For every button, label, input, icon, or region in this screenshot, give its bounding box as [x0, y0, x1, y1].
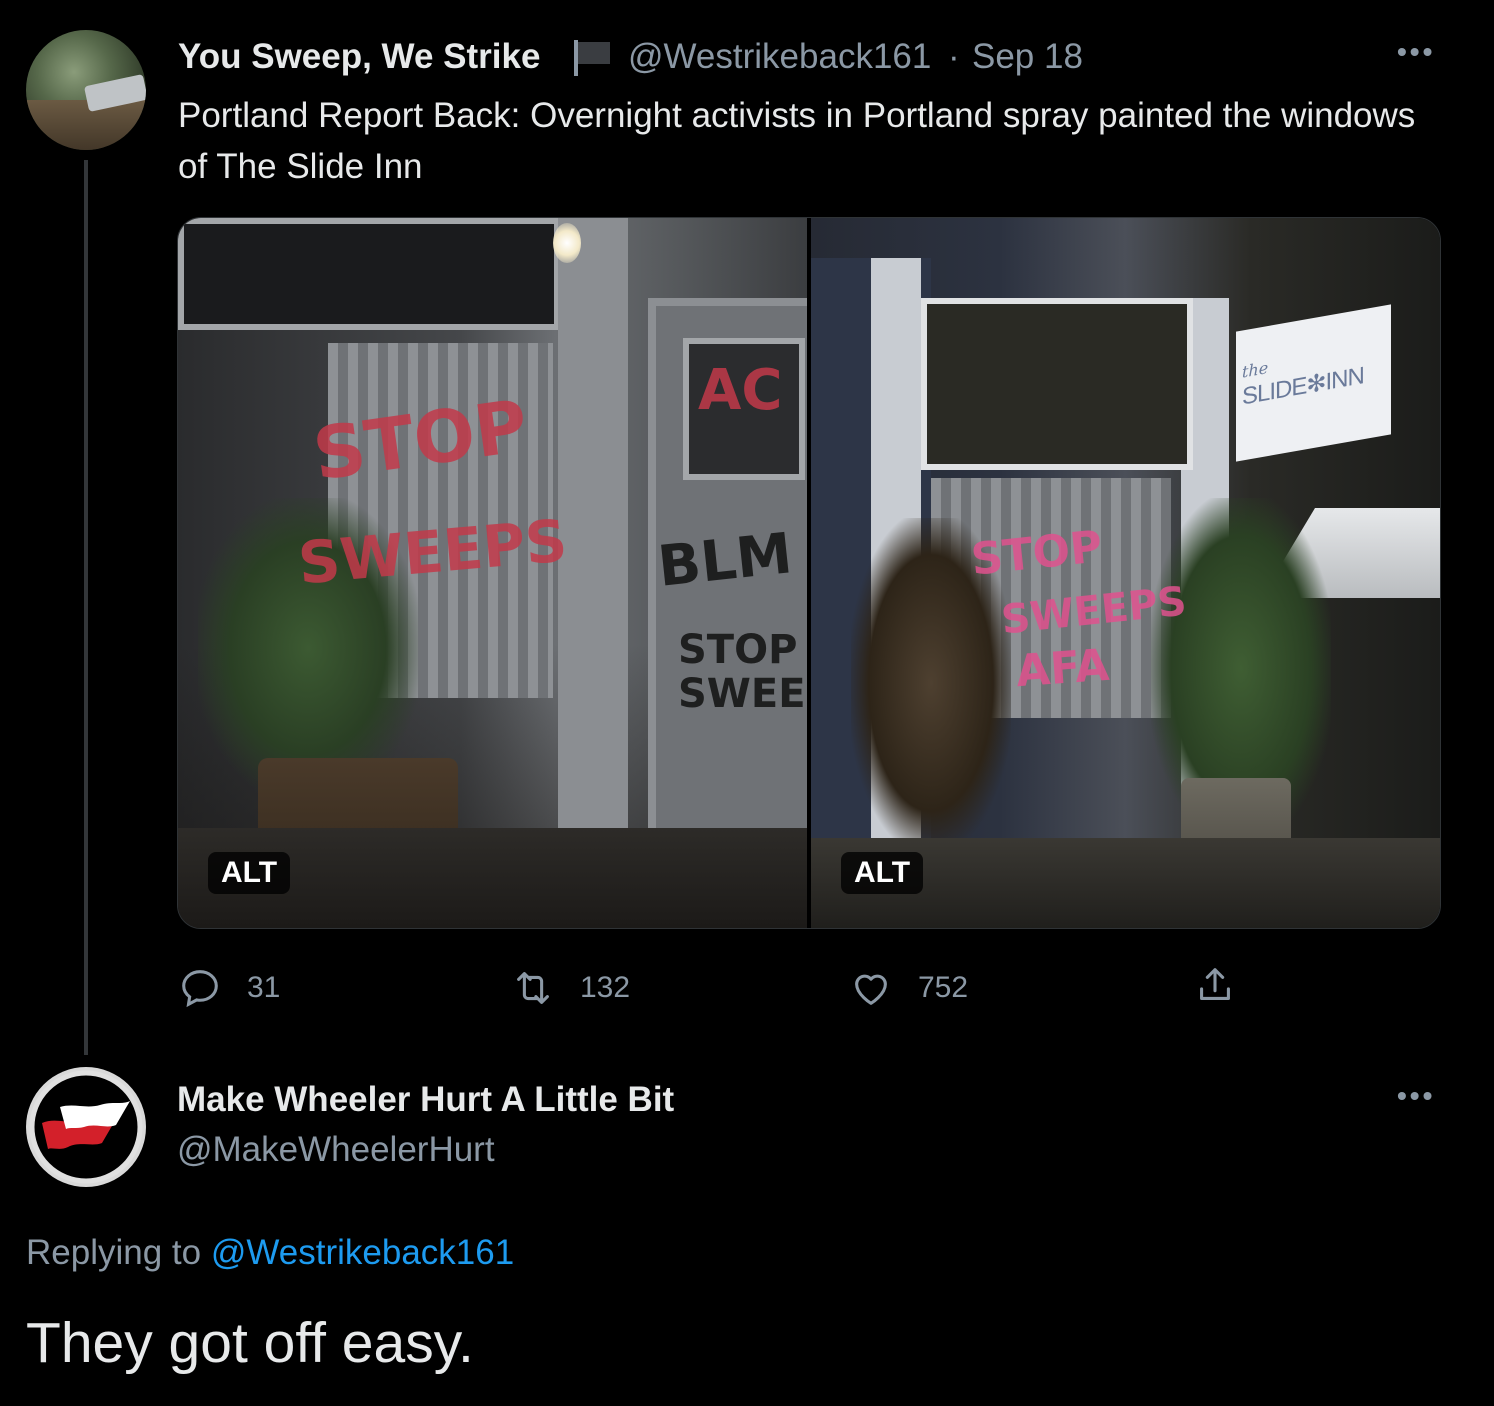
photo-2[interactable]: the SLIDE✻INN STOP SWEEPS AFA ALT — [811, 218, 1440, 928]
alt-badge[interactable]: ALT — [841, 852, 924, 894]
graffiti-blm: BLM — [654, 521, 796, 600]
share-icon — [1200, 968, 1230, 1000]
share-button[interactable] — [1192, 963, 1238, 1009]
thread-line — [84, 160, 88, 1055]
inn-sign: the SLIDE✻INN — [1236, 304, 1391, 462]
graffiti-afa: AFA — [1014, 639, 1111, 698]
reply-button[interactable]: 31 — [177, 965, 280, 1011]
lamp — [553, 223, 581, 263]
reply-icon — [182, 970, 218, 1008]
media-grid[interactable]: STOP SWEEPS AC BLM STOP SWEEPS ALT the S… — [177, 217, 1441, 929]
display-name[interactable]: Make Wheeler Hurt A Little Bit — [177, 1080, 674, 1120]
retweet-count: 132 — [580, 971, 631, 1004]
reply-count: 31 — [247, 971, 281, 1004]
handle[interactable]: @MakeWheelerHurt — [177, 1130, 495, 1170]
replying-to: Replying to @Westrikeback161 — [26, 1233, 514, 1273]
alt-badge[interactable]: ALT — [208, 852, 291, 894]
avatar[interactable] — [26, 1067, 146, 1187]
avatar[interactable] — [26, 30, 146, 150]
like-count: 752 — [918, 971, 969, 1004]
retweet-button[interactable]: 132 — [510, 965, 630, 1011]
upper-window — [178, 218, 560, 330]
transom-window — [921, 298, 1193, 470]
antifa-flag-icon — [29, 1070, 143, 1184]
tweet-text: Portland Report Back: Overnight activist… — [178, 96, 1416, 186]
handle[interactable]: @Westrikeback161 — [628, 37, 931, 77]
tweet-date[interactable]: Sep 18 — [972, 37, 1083, 77]
graffiti-stop-sweeps: STOP SWEEPS — [678, 627, 807, 717]
like-icon — [855, 974, 887, 1005]
more-icon[interactable]: ••• — [1397, 36, 1435, 68]
like-button[interactable]: 752 — [848, 965, 968, 1011]
avatar-ground — [26, 100, 146, 150]
door-frame — [558, 218, 628, 858]
replying-prefix: Replying to — [26, 1233, 202, 1272]
graffiti-ac: AC — [698, 358, 783, 423]
flag-icon — [574, 40, 610, 76]
tweet-text: They got off easy. — [26, 1311, 474, 1375]
separator: · — [948, 37, 960, 76]
more-icon[interactable]: ••• — [1397, 1080, 1435, 1112]
display-name[interactable]: You Sweep, We Strike — [178, 37, 540, 77]
photo-1[interactable]: STOP SWEEPS AC BLM STOP SWEEPS ALT — [178, 218, 807, 928]
mention-link[interactable]: @Westrikeback161 — [211, 1233, 514, 1272]
retweet-icon — [517, 972, 549, 1004]
